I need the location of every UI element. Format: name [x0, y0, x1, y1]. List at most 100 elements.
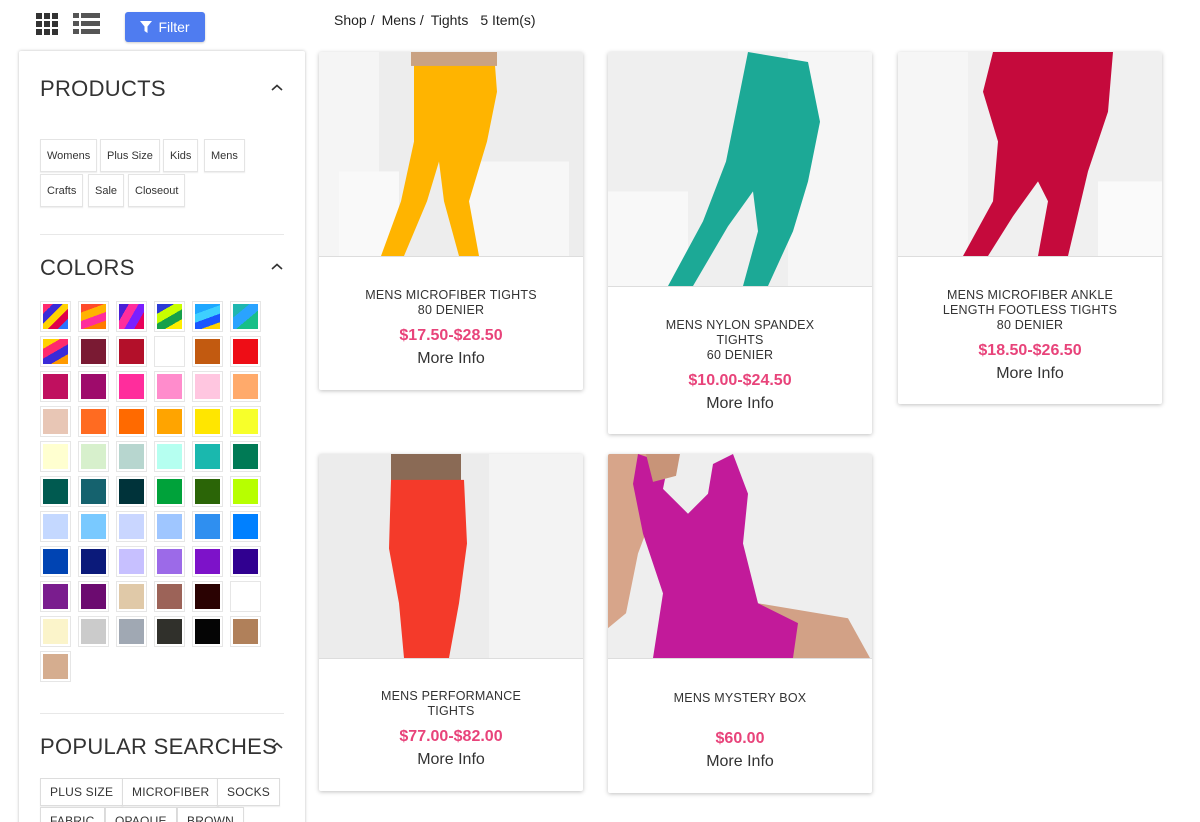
- product-image[interactable]: [319, 454, 583, 659]
- color-swatch[interactable]: [40, 336, 71, 367]
- color-swatch[interactable]: [40, 301, 71, 332]
- color-swatch[interactable]: [40, 406, 71, 437]
- color-swatch[interactable]: [116, 301, 147, 332]
- product-image[interactable]: [898, 52, 1162, 257]
- color-swatch[interactable]: [78, 441, 109, 472]
- search-tag-opaque[interactable]: OPAQUE: [105, 807, 177, 822]
- color-swatch[interactable]: [192, 581, 223, 612]
- product-tag-kids[interactable]: Kids: [163, 139, 199, 172]
- color-swatch[interactable]: [40, 651, 71, 682]
- product-tag-plus-size[interactable]: Plus Size: [100, 139, 160, 172]
- color-swatch[interactable]: [192, 301, 223, 332]
- color-swatch[interactable]: [116, 371, 147, 402]
- color-swatch[interactable]: [154, 336, 185, 367]
- color-swatch[interactable]: [78, 371, 109, 402]
- color-swatch[interactable]: [116, 336, 147, 367]
- color-swatch[interactable]: [192, 406, 223, 437]
- color-swatch[interactable]: [192, 336, 223, 367]
- color-swatch[interactable]: [116, 616, 147, 647]
- color-swatch[interactable]: [116, 546, 147, 577]
- color-swatch[interactable]: [230, 301, 261, 332]
- color-swatch[interactable]: [78, 336, 109, 367]
- product-card[interactable]: MENS MYSTERY BOX $60.00 More Info: [608, 454, 872, 793]
- search-tag-brown[interactable]: BROWN: [177, 807, 244, 822]
- search-tag-microfiber[interactable]: MICROFIBER: [122, 778, 220, 806]
- chevron-up-icon[interactable]: [270, 80, 284, 91]
- color-swatch[interactable]: [40, 546, 71, 577]
- filter-button[interactable]: Filter: [125, 12, 205, 42]
- product-card[interactable]: MENS MICROFIBER TIGHTS 80 DENIER $17.50-…: [319, 52, 583, 390]
- color-swatch[interactable]: [78, 301, 109, 332]
- color-swatch[interactable]: [230, 581, 261, 612]
- colors-heading: COLORS: [40, 255, 135, 280]
- search-tag-socks[interactable]: SOCKS: [217, 778, 281, 806]
- breadcrumb-mens[interactable]: Mens: [382, 12, 416, 28]
- color-swatch[interactable]: [40, 511, 71, 542]
- color-swatch[interactable]: [40, 371, 71, 402]
- color-swatch[interactable]: [192, 511, 223, 542]
- product-image[interactable]: [608, 52, 872, 287]
- color-swatch[interactable]: [154, 301, 185, 332]
- color-swatch[interactable]: [230, 546, 261, 577]
- product-tag-sale[interactable]: Sale: [88, 174, 125, 207]
- color-swatch[interactable]: [230, 371, 261, 402]
- color-swatch[interactable]: [154, 476, 185, 507]
- more-info-link[interactable]: More Info: [319, 350, 583, 368]
- color-swatch[interactable]: [192, 546, 223, 577]
- color-swatch[interactable]: [154, 441, 185, 472]
- product-tag-closeout[interactable]: Closeout: [128, 174, 186, 207]
- color-swatch[interactable]: [116, 406, 147, 437]
- color-swatch[interactable]: [78, 616, 109, 647]
- color-swatch[interactable]: [78, 406, 109, 437]
- color-swatch[interactable]: [230, 511, 261, 542]
- chevron-up-icon[interactable]: [270, 738, 284, 749]
- color-swatch[interactable]: [192, 371, 223, 402]
- more-info-link[interactable]: More Info: [319, 751, 583, 769]
- color-swatch[interactable]: [230, 616, 261, 647]
- color-swatch[interactable]: [154, 581, 185, 612]
- product-card[interactable]: MENS MICROFIBER ANKLE LENGTH FOOTLESS TI…: [898, 52, 1162, 404]
- product-card[interactable]: MENS NYLON SPANDEX TIGHTS 60 DENIER $10.…: [608, 52, 872, 434]
- color-swatch[interactable]: [78, 476, 109, 507]
- color-swatch[interactable]: [230, 476, 261, 507]
- color-swatch[interactable]: [116, 581, 147, 612]
- product-tag-crafts[interactable]: Crafts: [40, 174, 84, 207]
- color-swatch[interactable]: [154, 546, 185, 577]
- color-swatch[interactable]: [154, 406, 185, 437]
- product-name: MENS MICROFIBER ANKLE LENGTH FOOTLESS TI…: [942, 288, 1118, 332]
- color-swatch[interactable]: [230, 441, 261, 472]
- product-tag-mens[interactable]: Mens: [204, 139, 245, 172]
- list-view-icon[interactable]: [73, 13, 100, 35]
- product-tag-womens[interactable]: Womens: [40, 139, 98, 172]
- color-swatch[interactable]: [78, 581, 109, 612]
- color-swatch[interactable]: [192, 441, 223, 472]
- search-tag-plus-size[interactable]: PLUS SIZE: [40, 778, 124, 806]
- breadcrumb-tights[interactable]: Tights: [431, 12, 469, 28]
- color-swatch[interactable]: [230, 336, 261, 367]
- color-swatch[interactable]: [78, 511, 109, 542]
- color-swatch[interactable]: [40, 476, 71, 507]
- color-swatch[interactable]: [192, 476, 223, 507]
- color-swatch[interactable]: [116, 476, 147, 507]
- color-swatch[interactable]: [154, 511, 185, 542]
- color-swatch[interactable]: [40, 581, 71, 612]
- breadcrumb-shop[interactable]: Shop: [334, 12, 367, 28]
- search-tag-fabric[interactable]: FABRIC: [40, 807, 105, 822]
- color-swatch[interactable]: [78, 546, 109, 577]
- color-swatch[interactable]: [230, 406, 261, 437]
- color-swatch[interactable]: [192, 616, 223, 647]
- product-card[interactable]: MENS PERFORMANCE TIGHTS $77.00-$82.00 Mo…: [319, 454, 583, 791]
- product-image[interactable]: [608, 454, 872, 659]
- color-swatch[interactable]: [40, 441, 71, 472]
- more-info-link[interactable]: More Info: [608, 753, 872, 771]
- grid-view-icon[interactable]: [36, 13, 58, 35]
- color-swatch[interactable]: [154, 371, 185, 402]
- more-info-link[interactable]: More Info: [898, 365, 1162, 383]
- product-image[interactable]: [319, 52, 583, 257]
- more-info-link[interactable]: More Info: [608, 395, 872, 413]
- color-swatch[interactable]: [116, 441, 147, 472]
- color-swatch[interactable]: [154, 616, 185, 647]
- color-swatch[interactable]: [40, 616, 71, 647]
- color-swatch[interactable]: [116, 511, 147, 542]
- chevron-up-icon[interactable]: [270, 259, 284, 270]
